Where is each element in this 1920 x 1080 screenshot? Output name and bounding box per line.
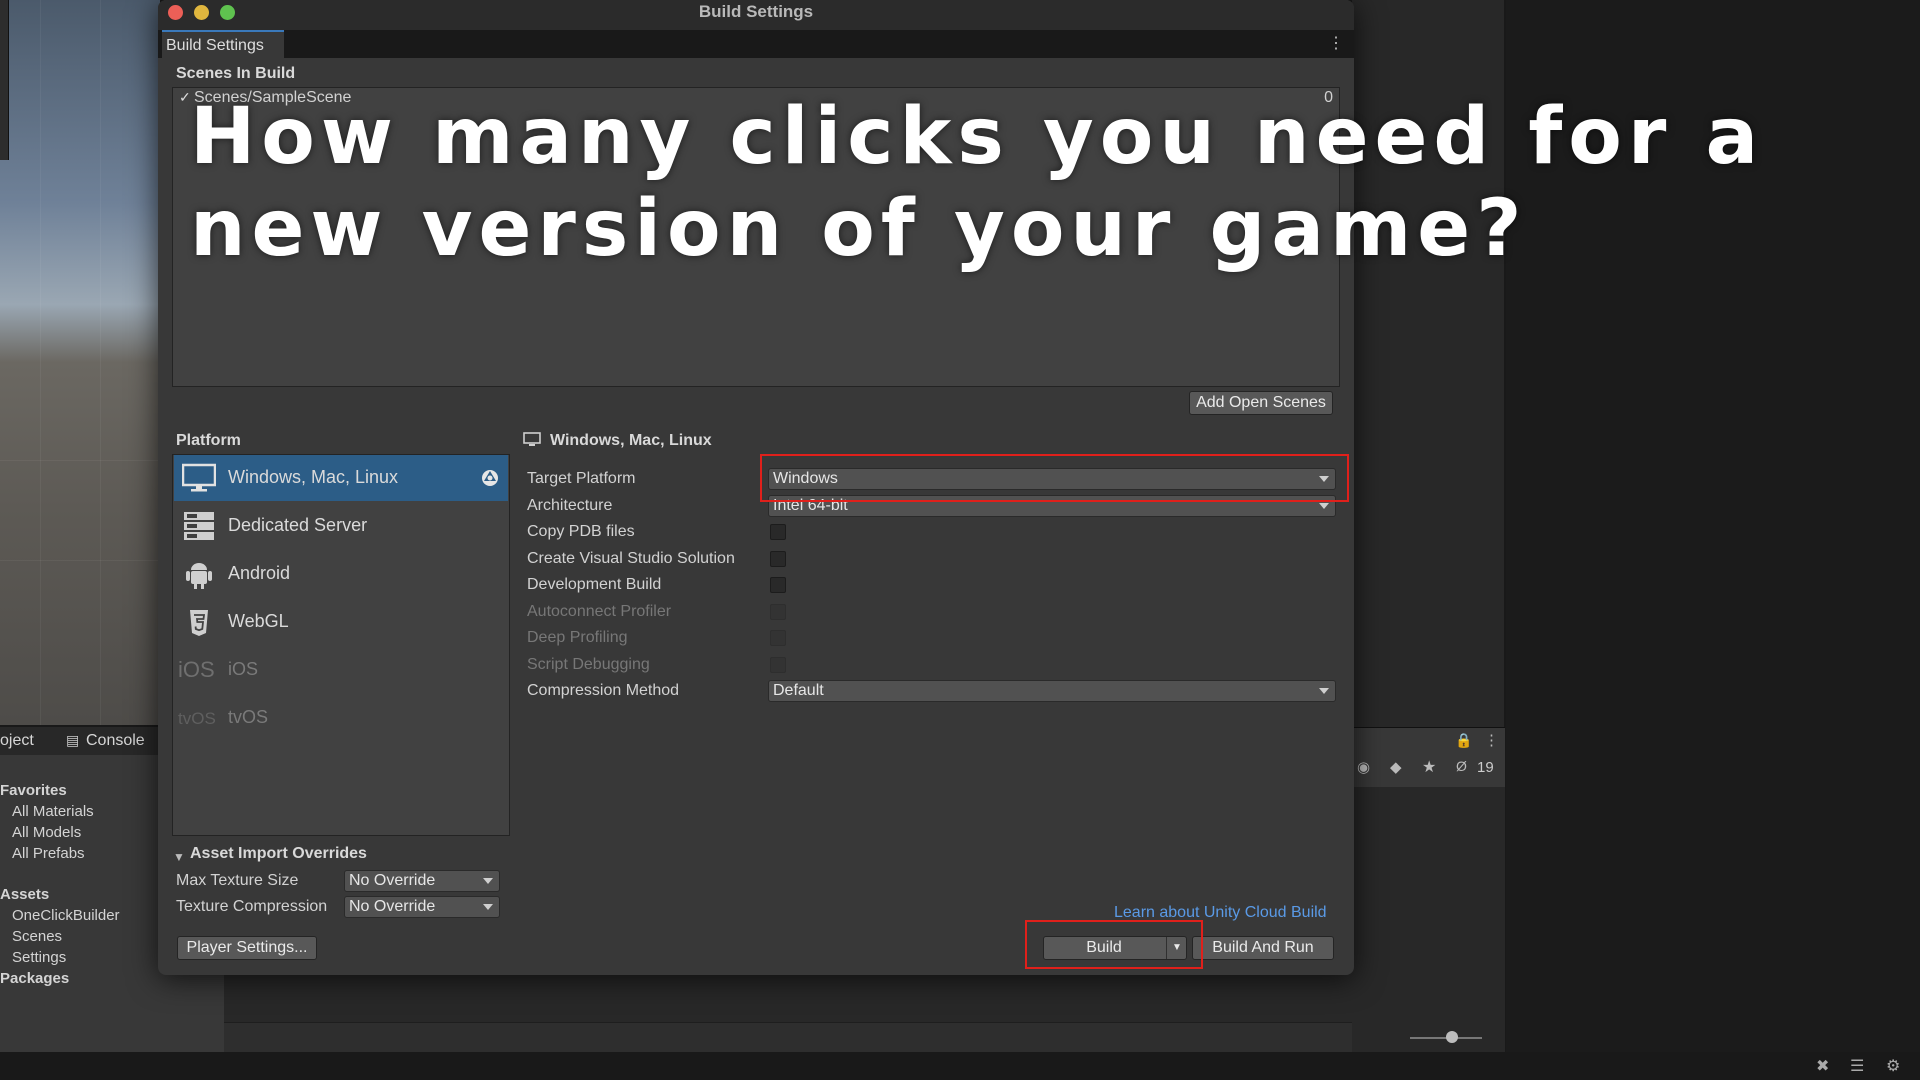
scenes-in-build-header: Scenes In Build: [176, 65, 296, 82]
project-toolbar-right: 🔒 ⋮ ◉ ◆ ★ Ø 19: [1352, 727, 1505, 788]
platform-header: Platform: [176, 432, 241, 449]
folder-settings[interactable]: Settings: [12, 949, 66, 966]
favorite-all-models[interactable]: All Models: [12, 824, 81, 841]
favorite-all-materials[interactable]: All Materials: [12, 803, 94, 820]
dropdown-value: Default: [773, 682, 824, 699]
folder-oneclickbuilder[interactable]: OneClickBuilder: [12, 907, 120, 924]
unity-logo-icon: [482, 470, 498, 486]
platform-label: WebGL: [228, 611, 289, 631]
project-bottom-strip: [224, 1022, 1482, 1053]
overlay-caption-line1: How many clicks you need for a: [190, 92, 1765, 182]
label-tag-icon[interactable]: ◆: [1390, 758, 1402, 776]
asset-import-overrides-header[interactable]: Asset Import Overrides: [190, 845, 367, 863]
copy-pdb-label: Copy PDB files: [527, 523, 635, 540]
chevron-down-icon: [1319, 503, 1329, 509]
chevron-down-icon: [483, 904, 493, 910]
dropdown-value: No Override: [349, 872, 436, 889]
autoconnect-profiler-checkbox[interactable]: [770, 604, 786, 620]
platform-label: iOS: [228, 659, 259, 679]
compression-method-dropdown[interactable]: Default: [768, 680, 1336, 702]
folder-scenes[interactable]: Scenes: [12, 928, 62, 945]
zoom-slider-handle[interactable]: [1446, 1031, 1458, 1043]
window-title: Build Settings: [698, 2, 814, 21]
dropdown-value: No Override: [349, 898, 436, 915]
hidden-count: 19: [1477, 759, 1494, 776]
foldout-arrow-icon[interactable]: ▼: [173, 850, 185, 864]
platform-item-android[interactable]: Android: [174, 551, 508, 597]
player-settings-button[interactable]: Player Settings...: [177, 936, 317, 960]
server-icon: [184, 512, 214, 540]
settings-monitor-icon: [523, 432, 541, 446]
packages-header[interactable]: Packages: [0, 970, 69, 987]
build-and-run-button[interactable]: Build And Run: [1192, 936, 1334, 960]
max-texture-size-label: Max Texture Size: [176, 872, 299, 889]
project-content-right: [1352, 787, 1505, 1052]
build-button-highlight: [1025, 920, 1203, 969]
network-icon[interactable]: ⚙: [1886, 1056, 1900, 1076]
create-vs-solution-label: Create Visual Studio Solution: [527, 550, 735, 567]
texture-compression-label: Texture Compression: [176, 898, 328, 915]
platform-settings-header: Windows, Mac, Linux: [550, 432, 712, 449]
platform-label: Windows, Mac, Linux: [228, 467, 399, 487]
cache-server-icon[interactable]: ☰: [1850, 1056, 1864, 1076]
tvos-icon: tvOS: [178, 709, 216, 728]
architecture-label: Architecture: [527, 497, 613, 514]
platform-item-webgl[interactable]: WebGL: [174, 599, 508, 645]
development-build-label: Development Build: [527, 576, 662, 593]
target-platform-highlight: [760, 454, 1349, 502]
chevron-down-icon: [1319, 688, 1329, 694]
scene-toolbar[interactable]: [0, 0, 9, 160]
platform-label: Dedicated Server: [228, 515, 368, 535]
hidden-eye-icon[interactable]: Ø: [1456, 758, 1467, 774]
ios-icon: iOS: [178, 657, 215, 682]
overlay-caption-line2: new version of your game?: [190, 184, 1528, 274]
script-debugging-label: Script Debugging: [527, 656, 650, 673]
platform-item-windows-mac-linux[interactable]: Windows, Mac, Linux: [174, 455, 508, 501]
platform-item-tvos[interactable]: tvOS tvOS: [174, 695, 508, 741]
compression-method-label: Compression Method: [527, 682, 680, 699]
add-open-scenes-button[interactable]: Add Open Scenes: [1189, 391, 1333, 415]
copy-pdb-checkbox[interactable]: [770, 524, 786, 540]
scene-checkbox-check-icon[interactable]: ✓: [179, 89, 191, 106]
window-menu-icon[interactable]: ⋮: [1328, 33, 1344, 53]
scene-view: [0, 0, 160, 725]
debug-icon[interactable]: ✖: [1816, 1056, 1829, 1076]
tab-console-label: Console: [86, 732, 145, 749]
platform-list: Windows, Mac, Linux Dedicated Server And…: [172, 454, 510, 836]
favorite-star-icon[interactable]: ★: [1422, 757, 1436, 777]
platform-label: tvOS: [228, 707, 269, 727]
favorites-header[interactable]: Favorites: [0, 782, 67, 799]
favorite-all-prefabs[interactable]: All Prefabs: [12, 845, 85, 862]
autoconnect-profiler-label: Autoconnect Profiler: [527, 603, 672, 620]
development-build-checkbox[interactable]: [770, 577, 786, 593]
deep-profiling-label: Deep Profiling: [527, 629, 628, 646]
kebab-menu-icon[interactable]: ⋮: [1484, 731, 1499, 749]
script-debugging-checkbox[interactable]: [770, 657, 786, 673]
android-icon: [186, 563, 212, 589]
platform-item-ios[interactable]: iOS iOS: [174, 647, 508, 693]
create-vs-solution-checkbox[interactable]: [770, 551, 786, 567]
platform-item-dedicated-server[interactable]: Dedicated Server: [174, 503, 508, 549]
assets-header[interactable]: Assets: [0, 886, 49, 903]
lock-icon[interactable]: 🔒: [1455, 732, 1472, 749]
deep-profiling-checkbox[interactable]: [770, 630, 786, 646]
window-titlebar[interactable]: Build Settings: [158, 0, 1354, 30]
monitor-icon: [182, 463, 216, 492]
status-bar: ✖ ☰ ⚙: [0, 1052, 1920, 1080]
chevron-down-icon: [483, 878, 493, 884]
tab-project[interactable]: oject: [0, 732, 34, 750]
html5-icon: [190, 610, 208, 636]
search-by-type-icon[interactable]: ◉: [1357, 758, 1370, 776]
console-icon: ▤: [66, 732, 80, 748]
max-texture-size-dropdown[interactable]: No Override: [344, 870, 500, 892]
window-tab-bar: [158, 30, 1354, 58]
texture-compression-dropdown[interactable]: No Override: [344, 896, 500, 918]
target-platform-label: Target Platform: [527, 470, 636, 487]
tab-build-settings[interactable]: Build Settings: [162, 30, 284, 58]
platform-label: Android: [228, 563, 291, 583]
